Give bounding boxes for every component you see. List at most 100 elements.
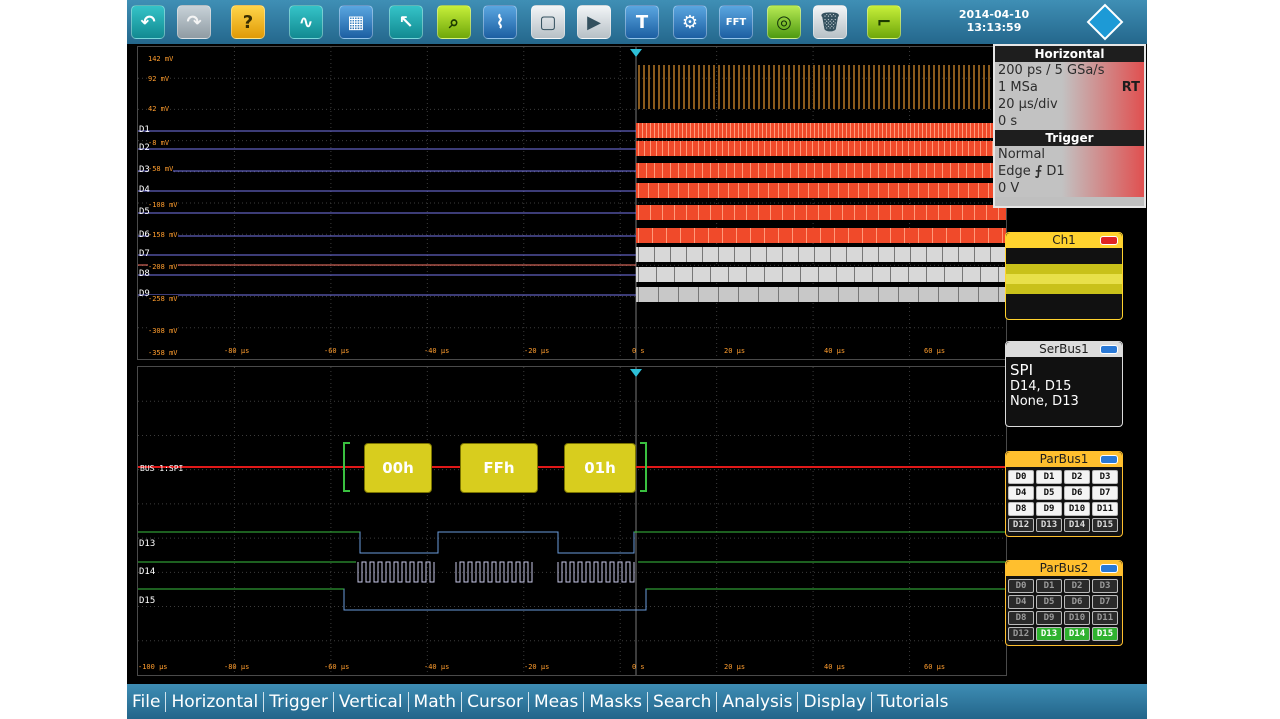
- trigger-mode-value[interactable]: Normal: [995, 146, 1144, 163]
- help-icon[interactable]: ?: [231, 5, 265, 39]
- menu-meas[interactable]: Meas: [529, 691, 585, 712]
- bit-d7[interactable]: D7: [1092, 595, 1118, 609]
- parbus2-box[interactable]: ParBus2 D0 D1 D2 D3 D4 D5 D6 D7 D8 D9 D10 D11 D12 D13…: [1005, 560, 1123, 646]
- bit-d5[interactable]: D5: [1036, 486, 1062, 500]
- bit-d11[interactable]: D11: [1092, 611, 1118, 625]
- digital-edge-mark: [934, 163, 935, 178]
- bus-value-box[interactable]: FFh: [460, 443, 538, 493]
- serbus-box[interactable]: SerBus1 SPI D14, D15 None, D13: [1005, 341, 1123, 427]
- bit-d4[interactable]: D4: [1008, 486, 1034, 500]
- bit-d14[interactable]: D14: [1064, 518, 1090, 532]
- time-tick: 60 µs: [924, 663, 946, 671]
- menu-horizontal[interactable]: Horizontal: [166, 691, 265, 712]
- bit-d1[interactable]: D1: [1036, 470, 1062, 484]
- zoom-pointer-icon[interactable]: ⌕: [437, 5, 471, 39]
- resolution-value[interactable]: 200 ps / 5 GSa/s: [995, 62, 1144, 79]
- digital-channels-diagram[interactable]: 142 mV 92 mV 42 mV -8 mV -58 mV -108 mV -158 m…: [137, 46, 1007, 360]
- digital-edge-mark: [884, 141, 885, 156]
- horizontal-position-value[interactable]: 0 s: [995, 113, 1144, 130]
- datetime[interactable]: 2014-04-10 13:13:59: [939, 8, 1049, 34]
- menu-analysis[interactable]: Analysis: [717, 691, 799, 712]
- digital-edge-mark: [714, 123, 715, 138]
- bit-d13[interactable]: D13: [1036, 627, 1062, 641]
- scope-icon[interactable]: ◎: [767, 5, 801, 39]
- trigger-type-row[interactable]: Edge ⨍ D1: [995, 163, 1144, 180]
- digital-edge-mark: [806, 228, 807, 243]
- waveform-icon[interactable]: ⌐: [867, 5, 901, 39]
- bit-d12[interactable]: D12: [1008, 627, 1034, 641]
- digital-edge-mark: [824, 141, 825, 156]
- analog-burst-mark: [863, 65, 865, 109]
- bit-d0[interactable]: D0: [1008, 470, 1034, 484]
- bit-d10[interactable]: D10: [1064, 502, 1090, 516]
- digital-edge-mark: [670, 123, 671, 138]
- menu-vertical[interactable]: Vertical: [334, 691, 409, 712]
- undo-arrow-icon[interactable]: ↶: [131, 5, 165, 39]
- bit-d3[interactable]: D3: [1092, 470, 1118, 484]
- bit-d5[interactable]: D5: [1036, 595, 1062, 609]
- bit-d3[interactable]: D3: [1092, 579, 1118, 593]
- trigger-level-value[interactable]: 0 V: [995, 180, 1144, 197]
- digital-edge-mark: [718, 247, 719, 262]
- menu-cursor[interactable]: Cursor: [462, 691, 529, 712]
- bit-d13[interactable]: D13: [1036, 518, 1062, 532]
- horizontal-trigger-panel[interactable]: Horizontal 200 ps / 5 GSa/s 1 MSa RT 20 …: [993, 44, 1146, 208]
- menu-tutorials[interactable]: Tutorials: [872, 692, 953, 712]
- pointer-icon[interactable]: ↖: [389, 5, 423, 39]
- bit-d10[interactable]: D10: [1064, 611, 1090, 625]
- menu-display[interactable]: Display: [798, 691, 873, 712]
- grid-layout-icon[interactable]: ▦: [339, 5, 373, 39]
- settings-window-icon[interactable]: ⚙: [673, 5, 707, 39]
- time-scale-value[interactable]: 20 µs/div: [995, 96, 1144, 113]
- bit-d8[interactable]: D8: [1008, 611, 1034, 625]
- bus-value-box[interactable]: 00h: [364, 443, 432, 493]
- close-icon[interactable]: [1100, 236, 1118, 245]
- bit-d0[interactable]: D0: [1008, 579, 1034, 593]
- bit-d2[interactable]: D2: [1064, 470, 1090, 484]
- bit-d12[interactable]: D12: [1008, 518, 1034, 532]
- channel-label-d15: D15: [139, 596, 156, 606]
- bit-d7[interactable]: D7: [1092, 486, 1118, 500]
- bit-d11[interactable]: D11: [1092, 502, 1118, 516]
- bit-d4[interactable]: D4: [1008, 595, 1034, 609]
- bit-d1[interactable]: D1: [1036, 579, 1062, 593]
- record-length-row[interactable]: 1 MSa RT: [995, 79, 1144, 96]
- bit-d6[interactable]: D6: [1064, 486, 1090, 500]
- menu-file[interactable]: File: [127, 691, 167, 712]
- digital-edge-mark: [674, 141, 675, 156]
- digital-edge-mark: [662, 141, 663, 156]
- bit-d15[interactable]: D15: [1092, 627, 1118, 641]
- bit-d6[interactable]: D6: [1064, 595, 1090, 609]
- fft-icon[interactable]: FFT: [719, 5, 753, 39]
- rohde-schwarz-logo-icon[interactable]: [1086, 3, 1124, 41]
- ch1-signal-box[interactable]: Ch1: [1005, 232, 1123, 320]
- redo-arrow-icon[interactable]: ↷: [177, 5, 211, 39]
- digital-edge-mark: [970, 123, 971, 138]
- flag-icon[interactable]: ▶: [577, 5, 611, 39]
- menu-search[interactable]: Search: [648, 691, 718, 712]
- menu-trigger[interactable]: Trigger: [264, 691, 334, 712]
- text-cursor-icon[interactable]: T: [625, 5, 659, 39]
- digital-edge-mark: [800, 267, 801, 282]
- digital-edge-mark: [894, 123, 895, 138]
- bit-d8[interactable]: D8: [1008, 502, 1034, 516]
- menu-math[interactable]: Math: [409, 691, 463, 712]
- bit-d9[interactable]: D9: [1036, 611, 1062, 625]
- measure-icon[interactable]: ⌇: [483, 5, 517, 39]
- bus-decode-diagram[interactable]: BUS 1:SPI 00h FFh 01h D13 D14 D15 -100 µs -8…: [137, 366, 1007, 676]
- menu-masks[interactable]: Masks: [584, 691, 649, 712]
- bit-d15[interactable]: D15: [1092, 518, 1118, 532]
- bus-value-box[interactable]: 01h: [564, 443, 636, 493]
- window-icon[interactable]: ▢: [531, 5, 565, 39]
- trash-icon[interactable]: 🗑: [813, 5, 847, 39]
- toggle-icon[interactable]: [1100, 455, 1118, 464]
- parbus1-box[interactable]: ParBus1 D0 D1 D2 D3 D4 D5 D6 D7 D8 D9 D10 D11 D12 D13…: [1005, 451, 1123, 537]
- bit-d14[interactable]: D14: [1064, 627, 1090, 641]
- toggle-icon[interactable]: [1100, 564, 1118, 573]
- autoset-icon[interactable]: ∿: [289, 5, 323, 39]
- top-waveform-svg: [138, 47, 1006, 359]
- digital-edge-mark: [648, 183, 649, 198]
- bit-d2[interactable]: D2: [1064, 579, 1090, 593]
- bit-d9[interactable]: D9: [1036, 502, 1062, 516]
- toggle-icon[interactable]: [1100, 345, 1118, 354]
